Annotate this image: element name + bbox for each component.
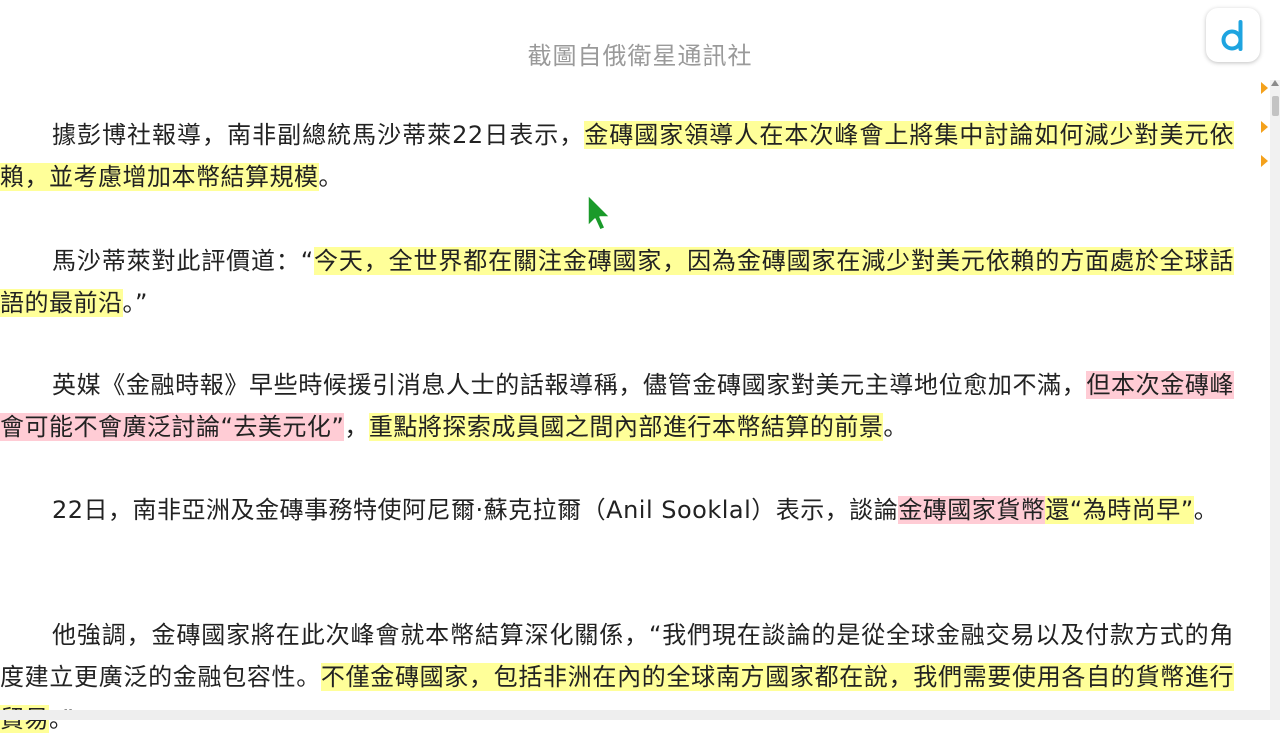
p3-seg-2: ， — [344, 413, 369, 441]
paragraph-4: 22日，南非亞洲及金磚事務特使阿尼爾·蘇克拉爾（Anil Sooklal）表示，… — [0, 489, 1234, 531]
p2-seg-0: 馬沙蒂萊對此評價道：“ — [52, 247, 314, 275]
paragraph-2: 馬沙蒂萊對此評價道：“今天，全世界都在關注金磚國家，因為金磚國家在減少對美元依賴… — [0, 240, 1234, 324]
p1-seg-2: 。 — [318, 163, 343, 191]
paragraph-5: 他強調，金磚國家將在此次峰會就本幣結算深化關係，“我們現在談論的是從全球金融交易… — [0, 614, 1235, 740]
triangle-marker-icon — [1261, 82, 1268, 94]
horizontal-scrollbar[interactable] — [0, 710, 1270, 720]
triangle-marker-icon — [1261, 121, 1268, 133]
pointer-cursor-icon — [587, 194, 611, 231]
p4-seg-3: 。 — [1193, 496, 1219, 524]
vertical-scrollbar[interactable] — [1270, 80, 1280, 720]
p3-highlight-yellow: 重點將探索成員國之間內部進行本幣結算的前景 — [368, 413, 884, 441]
p2-seg-2: 。” — [122, 289, 148, 317]
p4-seg-0: 22日，南非亞洲及金磚事務特使阿尼爾·蘇克拉爾（Anil Sooklal）表示，… — [52, 496, 899, 524]
d-logo-icon[interactable] — [1206, 8, 1260, 62]
p3-seg-0: 英媒《金融時報》早些時候援引消息人士的話報導稱，儘管金磚國家對美元主導地位愈加不… — [52, 371, 1087, 399]
p1-seg-0: 據彭博社報導，南非副總統馬沙蒂萊22日表示， — [52, 121, 585, 149]
scrollbar-thumb[interactable] — [1272, 96, 1279, 116]
p4-highlight-yellow: 還“為時尚早” — [1045, 496, 1194, 524]
p3-seg-4: 。 — [883, 413, 908, 441]
scroll-up-arrow-icon[interactable] — [1271, 80, 1279, 86]
paragraph-3: 英媒《金融時報》早些時候援引消息人士的話報導稱，儘管金磚國家對美元主導地位愈加不… — [0, 364, 1234, 448]
paragraph-1: 據彭博社報導，南非副總統馬沙蒂萊22日表示，金磚國家領導人在本次峰會上將集中討論… — [0, 114, 1234, 198]
d-logo-glyph — [1221, 20, 1243, 51]
p4-highlight-pink: 金磚國家貨幣 — [898, 496, 1046, 524]
caption: 截圖自俄衛星通訊社 — [527, 42, 753, 70]
triangle-marker-icon — [1261, 155, 1268, 167]
